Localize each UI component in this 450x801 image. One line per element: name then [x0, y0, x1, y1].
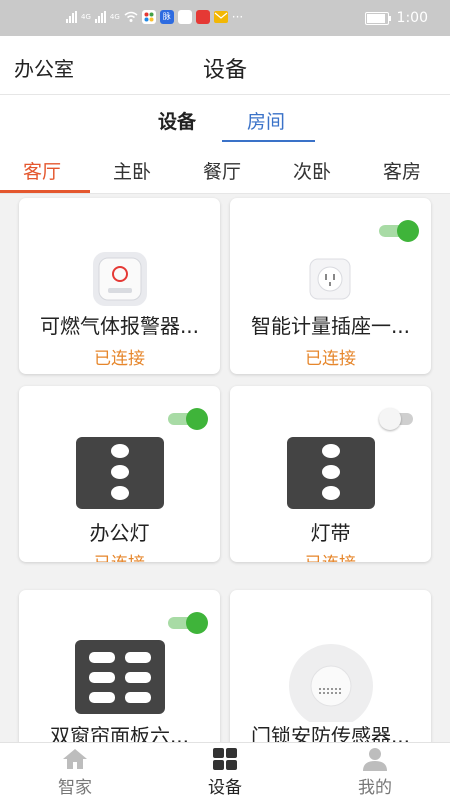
power-toggle[interactable] [168, 408, 208, 430]
room-tab-master-bedroom[interactable]: 主卧 [113, 157, 151, 184]
wifi-icon [124, 11, 138, 22]
device-card[interactable]: 灯带 已连接 [230, 386, 431, 562]
device-card[interactable]: 办公灯 已连接 [19, 386, 220, 562]
mail-icon [213, 11, 228, 23]
more-notifications: ··· [231, 10, 244, 24]
profile-icon [363, 748, 387, 771]
device-name: 双窗帘面板六... [49, 724, 190, 742]
device-name: 智能计量插座一... [250, 314, 411, 338]
title-bar: 设备 办公室 [0, 36, 450, 95]
nav-label: 设备 [208, 778, 242, 798]
signal-icon [66, 11, 77, 23]
network-type-label: 4G [109, 13, 120, 21]
device-card[interactable]: 门锁安防传感器... [230, 590, 431, 742]
door-sensor-icon [289, 644, 373, 722]
device-status: 已连接 [19, 549, 220, 562]
room-tab-dining-room[interactable]: 餐厅 [203, 157, 241, 184]
room-tab-active-indicator [0, 190, 90, 193]
device-name: 办公灯 [89, 521, 150, 545]
smart-socket-icon [309, 258, 351, 300]
power-toggle[interactable] [379, 220, 419, 242]
nav-label: 智家 [58, 778, 92, 798]
light-switch-icon [287, 437, 375, 509]
status-bar: 4G 4G 脉 ··· 1:00 [0, 0, 450, 36]
signal-icon [94, 11, 106, 23]
battery-icon [364, 11, 391, 25]
nav-profile[interactable]: 我的 [300, 743, 450, 801]
app-notification-icon [177, 10, 192, 24]
device-status: 已连接 [230, 549, 431, 562]
room-tab-guest-room[interactable]: 客房 [383, 157, 421, 184]
device-card[interactable]: 双窗帘面板六... [19, 590, 220, 742]
view-switcher: 设备 房间 [0, 95, 450, 147]
nav-devices[interactable]: 设备 [150, 743, 300, 801]
nav-label: 我的 [358, 778, 392, 798]
network-type-label: 4G [81, 13, 91, 21]
room-tab-living-room[interactable]: 客厅 [23, 157, 61, 184]
bottom-navigation: 智家 设备 我的 [0, 742, 450, 801]
device-grid: 可燃气体报警器... 已连接 智能计量插座一... 已连接 办公灯 已连接 [0, 194, 450, 742]
device-status: 已连接 [305, 349, 356, 369]
room-tabs: 客厅 主卧 餐厅 次卧 客房 [0, 147, 450, 194]
curtain-panel-icon [75, 640, 165, 714]
device-name: 门锁安防传感器... [250, 724, 411, 742]
app-notification-icon [141, 10, 156, 24]
maimai-app-icon: 脉 [159, 10, 174, 24]
status-left-icons: 4G 4G 脉 ··· [66, 10, 243, 24]
room-tab-second-bedroom[interactable]: 次卧 [293, 157, 331, 184]
app-notification-icon [195, 10, 210, 24]
power-toggle[interactable] [168, 612, 208, 634]
power-toggle[interactable] [379, 408, 419, 430]
nav-smart-home[interactable]: 智家 [0, 743, 150, 801]
segment-active-indicator [222, 140, 315, 142]
gas-alarm-icon [93, 252, 147, 306]
devices-grid-icon [213, 748, 237, 770]
location-selector[interactable]: 办公室 [14, 53, 74, 82]
clock: 1:00 [396, 10, 428, 26]
segment-devices[interactable]: 设备 [158, 107, 196, 134]
device-name: 灯带 [310, 521, 351, 545]
device-card[interactable]: 智能计量插座一... 已连接 [230, 198, 431, 374]
device-status: 已连接 [94, 349, 145, 369]
home-icon [63, 749, 87, 769]
segment-rooms[interactable]: 房间 [247, 107, 285, 134]
light-switch-icon [76, 437, 164, 509]
device-name: 可燃气体报警器... [39, 314, 200, 338]
device-card[interactable]: 可燃气体报警器... 已连接 [19, 198, 220, 374]
